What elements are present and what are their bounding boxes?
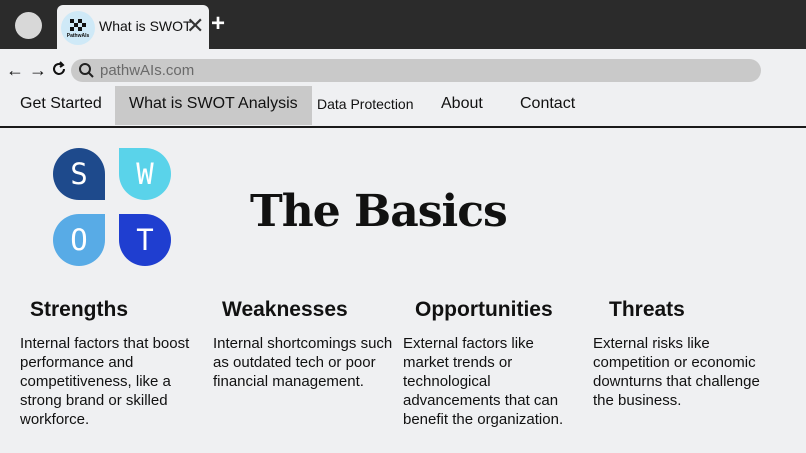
arrow-left-icon[interactable]: ← xyxy=(6,60,24,80)
search-icon xyxy=(78,62,95,84)
reload-icon[interactable] xyxy=(51,60,67,82)
logo-mark-icon xyxy=(70,19,86,31)
tab-what-is-swot[interactable]: PathwAIs What is SWOT ✕ xyxy=(57,5,209,49)
threats-body: External risks like competition or econo… xyxy=(593,335,760,409)
plus-icon[interactable]: + xyxy=(211,9,225,39)
swot-letter-w: W xyxy=(136,157,154,191)
favicon: PathwAIs xyxy=(61,11,95,45)
nav-data-protection[interactable]: Data Protection xyxy=(317,86,414,125)
url-text: pathwAIs.com xyxy=(100,62,195,79)
opportunities-body: External factors like market trends or t… xyxy=(403,335,564,428)
nav-contact[interactable]: Contact xyxy=(520,86,575,125)
close-icon[interactable]: ✕ xyxy=(186,13,204,39)
swot-letter-o: O xyxy=(70,223,87,257)
swot-letter-s: S xyxy=(70,157,87,191)
strengths-title: Strengths xyxy=(30,298,129,321)
weaknesses-body: Internal shortcomings such as outdated t… xyxy=(213,335,393,390)
swot-logo: S W O T xyxy=(53,148,171,266)
nav-what-is-swot[interactable]: What is SWOT Analysis xyxy=(115,86,312,125)
strengths-body: Internal factors that boost performance … xyxy=(20,335,190,428)
opportunities-title: Opportunities xyxy=(415,298,553,321)
address-bar[interactable]: pathwAIs.com xyxy=(71,59,761,82)
browser-titlebar: PathwAIs What is SWOT ✕ + xyxy=(0,0,806,49)
nav-get-started[interactable]: Get Started xyxy=(20,86,102,125)
arrow-right-icon[interactable]: → xyxy=(29,60,47,80)
threats-title: Threats xyxy=(609,298,685,321)
nav-divider xyxy=(0,126,806,128)
window-control[interactable] xyxy=(15,12,42,39)
swot-letter-t: T xyxy=(136,223,153,257)
weaknesses-title: Weaknesses xyxy=(222,298,348,321)
page-title: The Basics xyxy=(250,186,508,237)
favicon-text: PathwAIs xyxy=(66,33,90,39)
nav-about[interactable]: About xyxy=(441,86,483,125)
site-nav: Get Started What is SWOT Analysis Data P… xyxy=(0,86,806,126)
tab-title: What is SWOT xyxy=(99,18,192,34)
